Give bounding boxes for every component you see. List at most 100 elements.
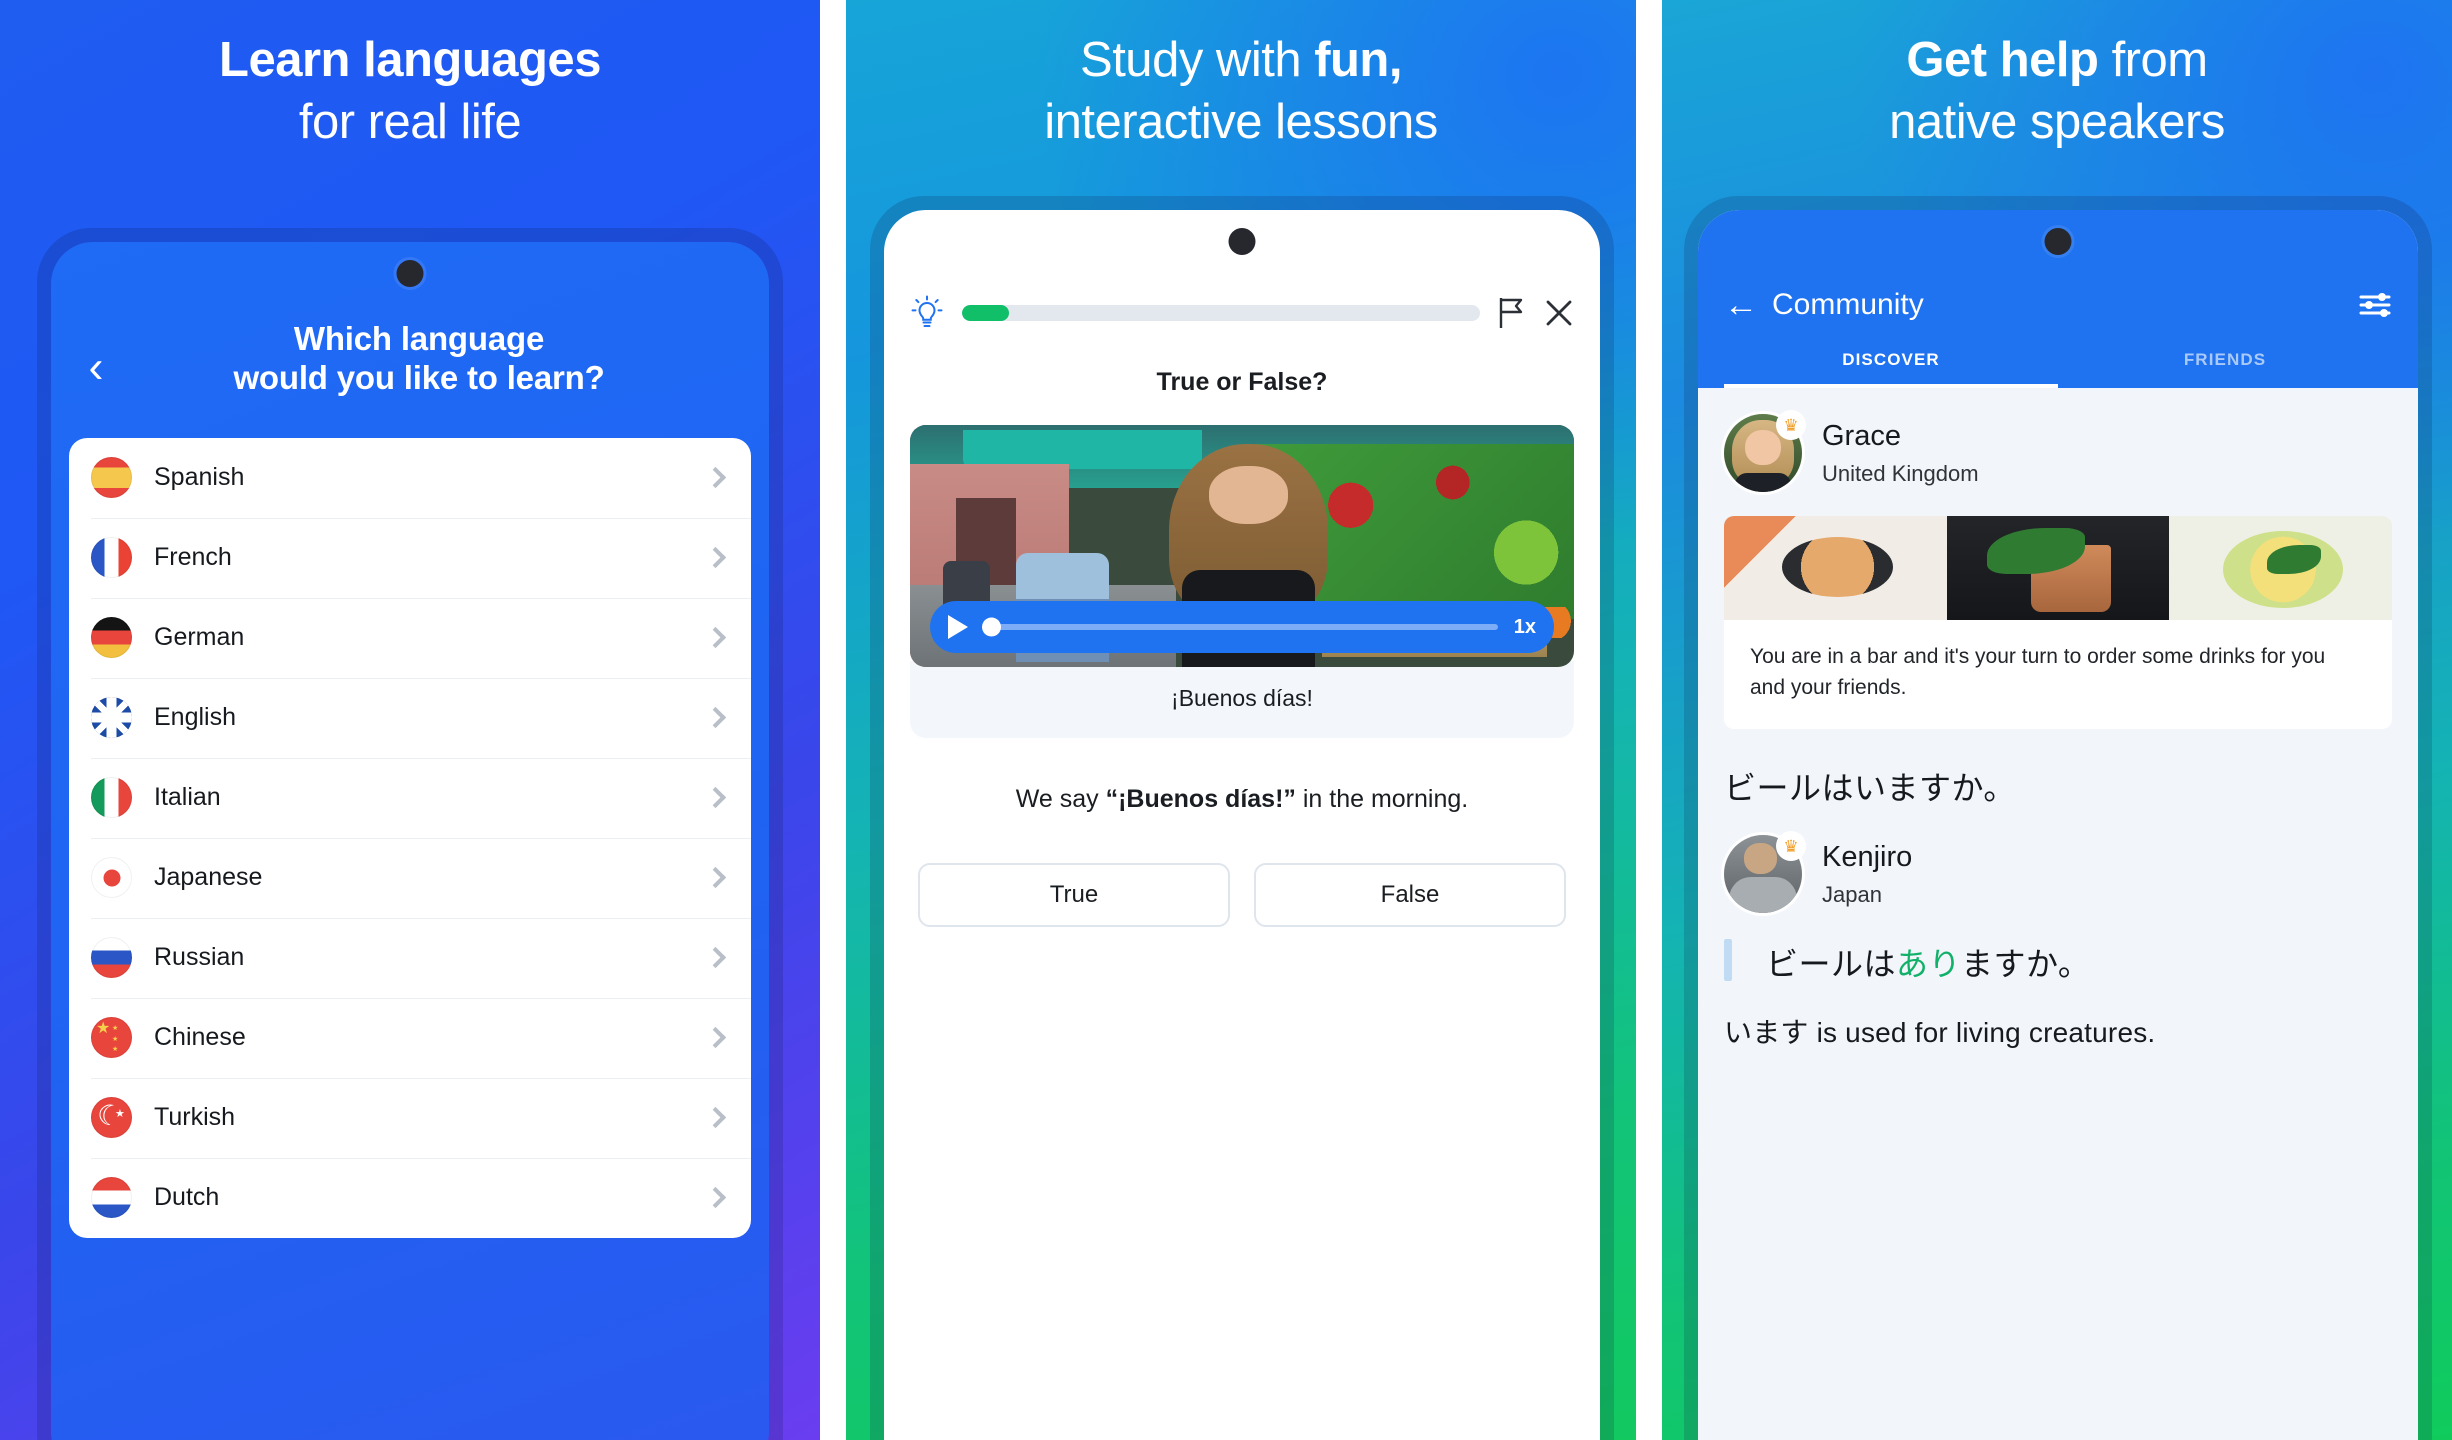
tab-discover[interactable]: DISCOVER (1724, 350, 2058, 388)
list-item[interactable]: French (69, 517, 751, 598)
language-list: Spanish French German English Italian Ja… (69, 437, 751, 1238)
statement-part-2: in the morning. (1295, 785, 1469, 813)
post-author-grace[interactable]: ♛ Grace United Kingdom (1698, 388, 2418, 492)
author-name: Kenjiro (1822, 840, 1913, 873)
video-seek-slider[interactable] (982, 617, 1498, 637)
author-name: Grace (1822, 419, 1901, 452)
headline-line-2: for real life (298, 94, 522, 149)
lightbulb-icon[interactable] (910, 294, 944, 332)
panel-native-speakers: Get help from native speakers ← Communit… (1662, 0, 2452, 1440)
phone-mockup-1: ‹ Which language would you like to learn… (37, 228, 783, 1440)
question-type-label: True or False? (1156, 368, 1328, 396)
lesson-progress-bar (962, 305, 1480, 321)
post-author-kenjiro[interactable]: ♛ Kenjiro Japan (1698, 809, 2418, 914)
video-controls-bar[interactable]: 1x (930, 601, 1554, 653)
language-label: Japanese (154, 863, 263, 892)
phone-screen-3: ← Community DISCOVER FRIENDS ♛ Grace Uni… (1698, 210, 2418, 1440)
false-button[interactable]: False (1254, 862, 1566, 927)
chevron-right-icon (704, 467, 727, 489)
statement-bold-phrase: “¡Buenos días!” (1105, 785, 1296, 813)
language-label: Chinese (154, 1023, 246, 1052)
camera-punch-hole-icon (2044, 228, 2072, 255)
avatar[interactable]: ♛ (1724, 831, 1806, 914)
community-feed: ♛ Grace United Kingdom You are in a bar … (1698, 388, 2418, 1440)
headline-light-part: from (2098, 33, 2209, 87)
list-item[interactable]: Dutch (69, 1157, 751, 1238)
page-title: Community (1772, 288, 1924, 321)
list-item[interactable]: Turkish (69, 1077, 751, 1158)
language-label: Turkish (154, 1103, 236, 1132)
list-item[interactable]: German (69, 597, 751, 678)
flag-uk-icon (91, 697, 132, 739)
flag-china-icon (91, 1017, 132, 1059)
lesson-progress-fill (962, 305, 1009, 321)
filter-sliders-icon[interactable] (2358, 291, 2392, 319)
correction-prefix: ビールは (1766, 946, 1897, 983)
panel-interactive-lessons: Study with fun, interactive lessons True… (846, 0, 1636, 1440)
language-label: Italian (154, 783, 221, 812)
headline-line-1: Learn languages (219, 33, 601, 87)
report-flag-icon[interactable] (1498, 297, 1526, 329)
post-photo-strip[interactable] (1724, 516, 2392, 620)
seek-handle[interactable] (982, 617, 1001, 637)
author-meta: Kenjiro Japan (1822, 841, 1912, 908)
back-chevron-icon[interactable]: ‹ (73, 344, 119, 389)
crown-icon: ♛ (1776, 410, 1806, 440)
language-label: French (154, 543, 232, 572)
phone-mockup-2: True or False? 1x ¡Buenos días! We say “… (870, 196, 1614, 1440)
list-item[interactable]: Russian (69, 917, 751, 998)
play-icon[interactable] (948, 615, 968, 639)
avatar[interactable]: ♛ (1724, 410, 1806, 492)
chevron-right-icon (704, 1027, 727, 1049)
flag-germany-icon (91, 617, 132, 659)
close-icon[interactable] (1544, 298, 1574, 328)
list-item[interactable]: Chinese (69, 997, 751, 1078)
phone-screen-1: ‹ Which language would you like to learn… (51, 242, 769, 1440)
flag-turkey-icon (91, 1097, 132, 1139)
chevron-right-icon (704, 707, 727, 729)
camera-punch-hole-icon (1228, 228, 1256, 255)
true-button[interactable]: True (918, 862, 1230, 927)
panel-learn-languages: Learn languages for real life ‹ Which la… (0, 0, 820, 1440)
tab-friends[interactable]: FRIENDS (2058, 350, 2392, 388)
chevron-right-icon (704, 1187, 727, 1209)
chevron-right-icon (704, 1107, 727, 1129)
headline-line-1: Get help from (1692, 34, 2422, 87)
flag-france-icon (91, 537, 132, 579)
correction-highlight: あり (1896, 946, 1962, 983)
flag-russia-icon (91, 937, 132, 979)
playback-speed-button[interactable]: 1x (1514, 616, 1536, 639)
panel-3-headline: Get help from native speakers (1662, 34, 2452, 149)
list-item[interactable]: English (69, 677, 751, 758)
chevron-right-icon (704, 627, 727, 649)
chevron-right-icon (704, 787, 727, 809)
headline-bold-part: Get help (1906, 33, 2099, 87)
app-bar-row: ← Community (1724, 288, 2392, 322)
correction-quote-bar (1724, 939, 1732, 982)
language-label: German (154, 623, 245, 652)
phone-screen-2: True or False? 1x ¡Buenos días! We say “… (884, 210, 1600, 1440)
page-title-line-1: Which language (293, 320, 545, 357)
back-arrow-icon[interactable]: ← (1724, 288, 1768, 322)
headline-light-part: Study with (1080, 33, 1315, 87)
phone-mockup-3: ← Community DISCOVER FRIENDS ♛ Grace Uni… (1684, 196, 2432, 1440)
correction-block: ビールはありますか。 (1698, 939, 2418, 985)
language-label: Russian (154, 943, 245, 972)
panel-divider (820, 0, 846, 1440)
author-location: Japan (1822, 881, 1882, 907)
crown-icon: ♛ (1776, 831, 1806, 862)
list-item[interactable]: Italian (69, 757, 751, 838)
headline-line-2: interactive lessons (1044, 94, 1438, 149)
panel-2-headline: Study with fun, interactive lessons (846, 34, 1636, 149)
correction-note: います is used for living creatures. (1724, 1017, 2156, 1049)
latte-coffee-photo (1724, 516, 1947, 620)
flag-italy-icon (91, 777, 132, 819)
list-item[interactable]: Japanese (69, 837, 751, 918)
lesson-video-player[interactable]: 1x (910, 425, 1574, 667)
panel-divider (1636, 0, 1662, 1440)
author-location: United Kingdom (1822, 460, 1979, 486)
mint-cocktail-photo (1946, 516, 2170, 620)
post-prompt-text: You are in a bar and it's your turn to o… (1724, 620, 2392, 730)
app-store-screenshot-showcase: Learn languages for real life ‹ Which la… (0, 0, 2452, 1440)
list-item[interactable]: Spanish (69, 438, 751, 518)
